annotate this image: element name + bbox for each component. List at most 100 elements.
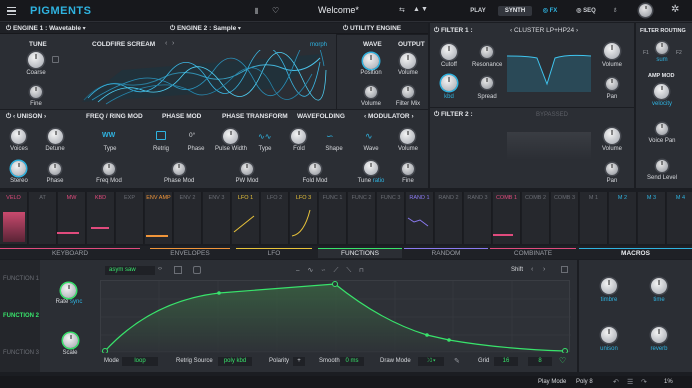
tab-lfo[interactable]: LFO [236, 248, 312, 258]
wavetable-name[interactable]: COLDFIRE SCREAM [92, 41, 155, 48]
modulator-title[interactable]: ‹ MODULATOR › [364, 113, 414, 120]
filter1-title[interactable]: ⏻ FILTER 1 : [434, 27, 473, 35]
undo-icon[interactable]: ↶ [613, 378, 619, 386]
snap-heart-icon[interactable]: ♡ [559, 356, 566, 365]
tab-random[interactable]: RANDOM [404, 248, 488, 258]
scale-knob[interactable] [63, 333, 78, 348]
mod-source-env-2[interactable]: ENV 2 [174, 192, 202, 244]
filter1-pan-knob[interactable] [606, 78, 618, 90]
shift-left-icon[interactable]: ‹ [531, 266, 533, 273]
shift-right-icon[interactable]: › [543, 266, 545, 273]
voice-pan-knob[interactable] [656, 123, 668, 135]
modulator-wave-icon[interactable]: ∿ [365, 131, 373, 142]
phase-value[interactable]: 0° [189, 132, 195, 139]
function-2-tab[interactable]: FUNCTION 2 [3, 313, 39, 319]
utility-volume-knob[interactable] [365, 86, 377, 98]
mod-source-mw[interactable]: MW [58, 192, 86, 244]
kbd-knob[interactable] [441, 75, 457, 91]
macro-reverb-label[interactable]: reverb [645, 346, 673, 352]
macro-time-knob[interactable] [651, 278, 667, 294]
rate-knob[interactable] [61, 283, 76, 298]
macro-unison-knob[interactable] [601, 327, 617, 343]
draw-mode-select[interactable]: ⤨ ▾ [418, 357, 444, 366]
mod-source-m-1[interactable]: M 1 [580, 192, 608, 244]
mod-source-comb-2[interactable]: COMB 2 [522, 192, 550, 244]
next-preset-icon[interactable]: ▼ [421, 6, 428, 13]
macro-unison-label[interactable]: unison [595, 346, 623, 352]
routing-mode[interactable]: sum [650, 57, 674, 63]
tab-envelopes[interactable]: ENVELOPES [150, 248, 230, 258]
fold-knob[interactable] [291, 129, 306, 144]
filter1-response-graph[interactable] [507, 36, 591, 92]
modulator-volume-knob[interactable] [400, 129, 415, 144]
mod-source-kbd[interactable]: KBD [87, 192, 115, 244]
filter1-type[interactable]: ‹ CLUSTER LP+HP24 › [510, 27, 578, 34]
mod-source-comb-3[interactable]: COMB 3 [551, 192, 579, 244]
unison-title[interactable]: ⏻ ‹ UNISON › [6, 113, 46, 121]
amp-mod-source[interactable]: velocity [648, 101, 676, 107]
copy-icon[interactable] [193, 266, 201, 274]
coarse-lock-icon[interactable] [52, 56, 59, 63]
smooth-value[interactable]: 0 ms [340, 357, 364, 366]
fold-shape-icon[interactable]: ∽ [326, 131, 334, 142]
routing-knob[interactable] [656, 42, 668, 54]
tab-combinate[interactable]: COMBINATE [490, 248, 576, 258]
mod-source-at[interactable]: AT [29, 192, 57, 244]
seq-button[interactable]: ◎ SEQ [573, 6, 599, 16]
macro-time-label[interactable]: time [645, 297, 673, 303]
grid-x-value[interactable]: 16 [494, 357, 518, 366]
transform-type-icon[interactable]: ∿∿ [258, 132, 271, 141]
filter2-pan-knob[interactable] [606, 163, 618, 175]
filter1-volume-knob[interactable] [604, 43, 620, 59]
mod-source-m-4[interactable]: M 4 [667, 192, 692, 244]
fx-button[interactable]: ◎ FX [537, 6, 563, 16]
macro-timbre-label[interactable]: timbre [595, 297, 623, 303]
kbd-label[interactable]: kbd [435, 94, 463, 100]
pw-mod-knob[interactable] [241, 163, 253, 175]
history-icon[interactable]: ☰ [627, 378, 633, 386]
function-preset[interactable]: asym saw [105, 266, 155, 275]
pulse-width-knob[interactable] [223, 129, 238, 144]
coarse-knob[interactable] [28, 52, 44, 68]
mod-source-rand-2[interactable]: RAND 2 [435, 192, 463, 244]
modulator-tune-knob[interactable] [364, 161, 378, 175]
detune-knob[interactable] [48, 129, 63, 144]
mod-source-exp[interactable]: EXP [116, 192, 144, 244]
mod-source-func-2[interactable]: FUNC 2 [348, 192, 376, 244]
engine1-title[interactable]: ⏻ ENGINE 1 : Wavetable ▾ [6, 25, 86, 33]
filter2-title[interactable]: ⏻ FILTER 2 : [434, 111, 473, 119]
spread-knob[interactable] [481, 77, 493, 89]
mod-source-m-3[interactable]: M 3 [638, 192, 666, 244]
polarity-select[interactable]: + [293, 357, 305, 366]
lightbulb-icon[interactable]: ♁ [612, 5, 618, 14]
menu-icon[interactable] [7, 7, 16, 15]
preset-browse-icon[interactable]: ‹› [158, 266, 162, 272]
unison-phase-knob[interactable] [49, 163, 61, 175]
compare-icon[interactable]: ⇆ [399, 6, 405, 14]
preset-name[interactable]: Welcome* [318, 5, 359, 15]
shape-tools[interactable]: ⎯∿∽⟋⟍⊓ [296, 266, 372, 275]
morph-label[interactable]: morph [310, 42, 327, 48]
function-graph[interactable] [100, 280, 571, 353]
send-level-knob[interactable] [656, 160, 668, 172]
tab-macros[interactable]: MACROS [579, 248, 692, 258]
cutoff-knob[interactable] [441, 44, 457, 60]
wt-next-icon[interactable]: › [172, 40, 174, 47]
fine-knob[interactable] [30, 86, 42, 98]
macro-timbre-knob[interactable] [601, 278, 617, 294]
filter-mix-knob[interactable] [402, 86, 414, 98]
wt-prev-icon[interactable]: ‹ [165, 40, 167, 47]
freq-type-icon[interactable]: WW [102, 132, 115, 139]
mod-source-lfo-2[interactable]: LFO 2 [261, 192, 289, 244]
tab-keyboard[interactable]: KEYBOARD [0, 248, 140, 258]
mod-source-func-3[interactable]: FUNC 3 [377, 192, 405, 244]
output-volume-knob[interactable] [400, 53, 416, 69]
retrig-source-select[interactable]: poly kbd [218, 357, 252, 366]
function-1-tab[interactable]: FUNCTION 1 [3, 276, 39, 282]
library-icon[interactable]: ⫴ [255, 7, 258, 17]
expand-icon[interactable] [561, 266, 568, 273]
sync-toggle[interactable]: sync [70, 299, 82, 305]
engine2-title[interactable]: ⏻ ENGINE 2 : Sample ▾ [170, 25, 241, 33]
modulator-fine-knob[interactable] [402, 163, 414, 175]
ratio-toggle[interactable]: ratio [373, 178, 385, 184]
